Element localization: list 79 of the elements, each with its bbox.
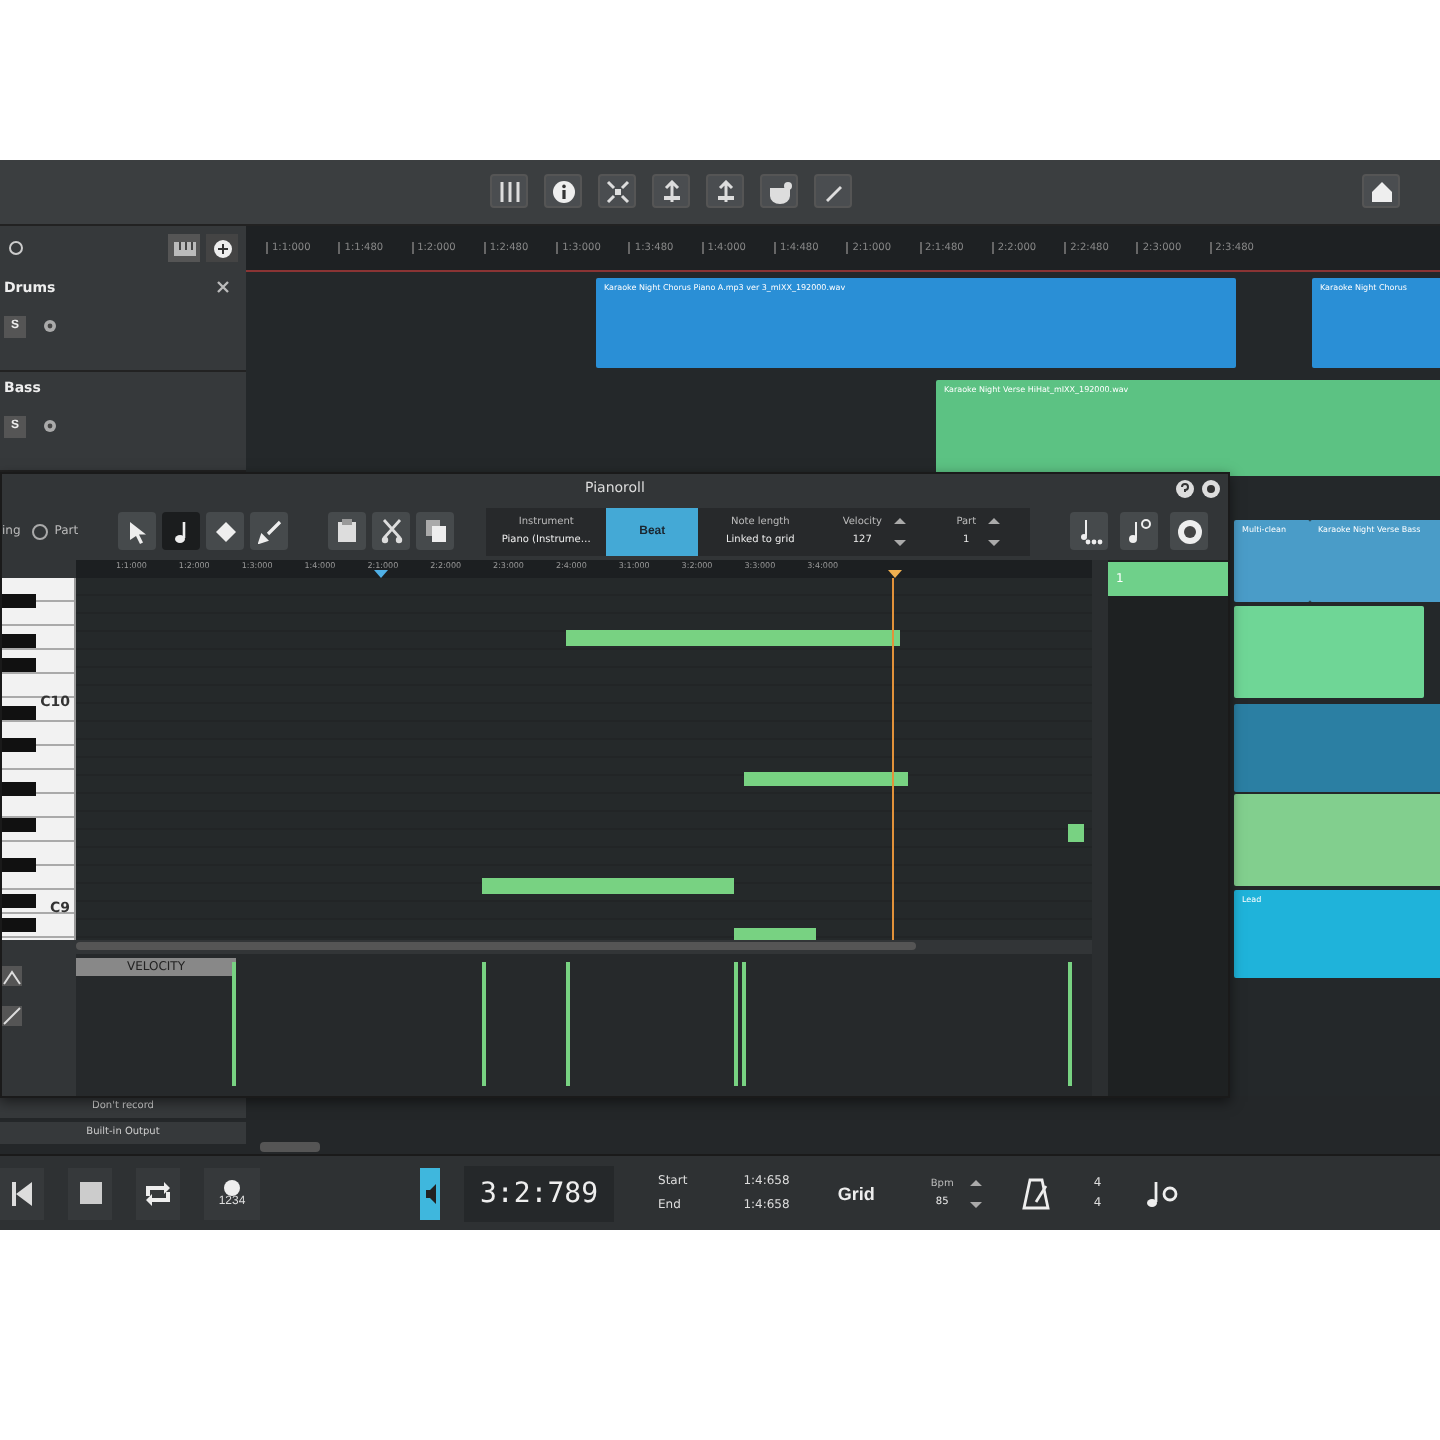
- spin-arrows-icon[interactable]: [893, 513, 906, 550]
- info-icon: [551, 179, 575, 204]
- audio-clip[interactable]: [1234, 793, 1440, 886]
- spin-arrows-icon[interactable]: [969, 1175, 982, 1212]
- tuning-button[interactable]: [652, 174, 690, 209]
- copy-button[interactable]: [416, 512, 455, 551]
- help-icon[interactable]: [1176, 479, 1194, 498]
- home-button[interactable]: [1362, 174, 1400, 209]
- microphone-button[interactable]: [760, 174, 798, 209]
- midi-note[interactable]: [482, 877, 734, 894]
- sharp-key[interactable]: [2, 593, 36, 608]
- grid-button[interactable]: Grid: [825, 1181, 887, 1206]
- line-tool-icon[interactable]: [2, 1005, 22, 1026]
- scissors-icon: [379, 518, 404, 545]
- microphone-icon: [765, 179, 793, 204]
- eraser-tool-button[interactable]: [206, 512, 245, 551]
- info-button[interactable]: [544, 174, 582, 209]
- sharp-key[interactable]: [2, 817, 36, 832]
- mixer-button[interactable]: [490, 174, 528, 209]
- sharp-key[interactable]: [2, 657, 36, 672]
- skip-back-button[interactable]: [0, 1167, 44, 1220]
- metronome-icon[interactable]: [1021, 1177, 1050, 1210]
- settings-button[interactable]: [1170, 512, 1209, 551]
- quantize-button[interactable]: [1070, 512, 1109, 551]
- paste-button[interactable]: [328, 512, 367, 551]
- tuning-icon: [713, 179, 737, 204]
- clipboard-icon: [336, 518, 359, 545]
- brush-tool-button[interactable]: [250, 512, 289, 551]
- eraser-icon: [213, 519, 238, 544]
- gear-icon[interactable]: [42, 418, 58, 435]
- add-button[interactable]: [206, 234, 238, 263]
- sharp-key[interactable]: [2, 781, 36, 796]
- house-icon: [1369, 179, 1393, 204]
- tuning-icon: [659, 179, 683, 204]
- sharp-key[interactable]: [2, 857, 36, 872]
- loop-icon: [142, 1181, 174, 1206]
- bars-icon: [497, 179, 521, 204]
- ring-icon: [1175, 517, 1204, 546]
- stop-icon: [79, 1182, 101, 1205]
- note-settings-button[interactable]: [1120, 512, 1159, 551]
- tuning-button[interactable]: [706, 174, 744, 209]
- note-icon: [1125, 517, 1154, 546]
- expand-button[interactable]: [598, 174, 636, 209]
- midi-note[interactable]: [1068, 823, 1084, 842]
- cut-button[interactable]: [372, 512, 411, 551]
- sharp-key[interactable]: [2, 917, 36, 932]
- midi-note[interactable]: [734, 927, 816, 940]
- stop-button[interactable]: [68, 1167, 112, 1220]
- audio-clip[interactable]: [1234, 703, 1440, 792]
- loop-button[interactable]: [136, 1167, 180, 1220]
- note-tool-button[interactable]: [162, 512, 201, 551]
- gear-icon[interactable]: [42, 318, 58, 335]
- skip-back-icon: [12, 1181, 32, 1206]
- notes-icon: [1075, 517, 1104, 546]
- sharp-key[interactable]: [2, 633, 36, 648]
- circle-icon[interactable]: [8, 240, 24, 257]
- sharp-key[interactable]: [2, 705, 36, 720]
- brush-icon: [257, 519, 282, 544]
- time-display: 3:2:789: [464, 1165, 615, 1222]
- note-grid[interactable]: [76, 577, 1092, 940]
- record-icon: [224, 1179, 240, 1196]
- copy-icon: [423, 518, 448, 545]
- pointer-icon: [127, 519, 148, 544]
- sharp-key[interactable]: [2, 893, 36, 908]
- radio-button[interactable]: [32, 523, 49, 540]
- spin-arrows-icon[interactable]: [988, 513, 1001, 550]
- audio-clip[interactable]: [1234, 605, 1424, 698]
- midi-note[interactable]: [566, 629, 900, 646]
- keyboard-button[interactable]: [168, 234, 200, 263]
- pen-button[interactable]: [814, 174, 852, 209]
- note-icon[interactable]: [1145, 1179, 1178, 1208]
- ramp-icon[interactable]: [2, 965, 22, 986]
- plus-icon: [213, 239, 231, 258]
- pointer-tool-button[interactable]: [118, 512, 157, 551]
- expand-icon: [605, 179, 629, 204]
- midi-note[interactable]: [744, 771, 908, 786]
- keyboard-icon: [173, 241, 195, 256]
- sharp-key[interactable]: [2, 737, 36, 752]
- speaker-icon[interactable]: [420, 1167, 440, 1220]
